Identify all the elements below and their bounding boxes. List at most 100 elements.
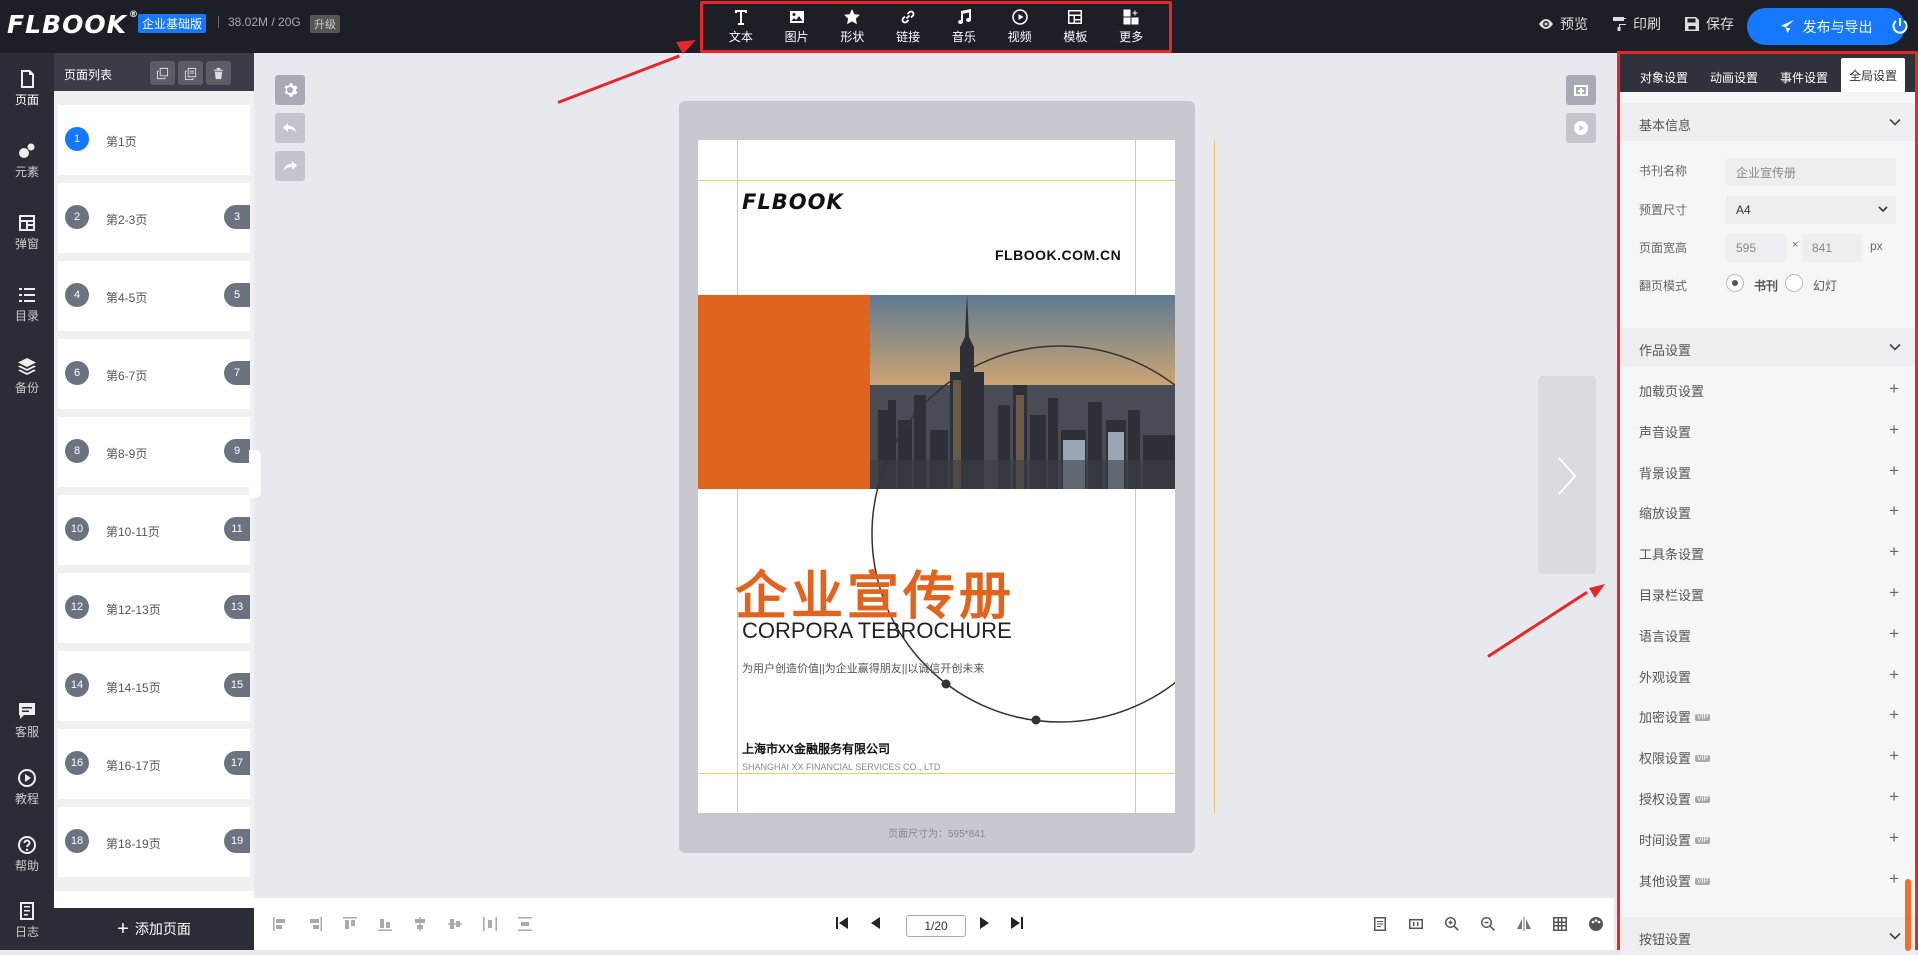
duplicate-page-button[interactable] — [178, 61, 203, 85]
settings-row[interactable]: 加密设置 VIP + — [1639, 705, 1899, 727]
tab-global-settings[interactable]: 全局设置 — [1841, 58, 1906, 92]
page-thumbnail[interactable]: 1 第1页 — [58, 105, 250, 175]
align-bottom-button[interactable] — [377, 916, 393, 932]
align-top-button[interactable] — [342, 916, 358, 932]
video-tool[interactable]: 视频 — [996, 9, 1044, 45]
first-page-button[interactable] — [834, 915, 850, 931]
shape-tool[interactable]: 形状 — [828, 9, 876, 45]
upgrade-button[interactable]: 升级 — [310, 15, 340, 33]
next-page-nav-button[interactable] — [976, 915, 992, 931]
play-preview-button[interactable] — [1566, 113, 1596, 143]
settings-row[interactable]: 背景设置 + — [1639, 461, 1899, 483]
align-left-button[interactable] — [272, 916, 288, 932]
book-page[interactable]: FLBOOK FLBOOK.COM.CN 企业宣传册 CORPORA TEBRO… — [698, 140, 1175, 813]
grid-size-button[interactable] — [1408, 916, 1424, 932]
panel-scrollbar[interactable] — [1905, 879, 1911, 951]
plus-icon[interactable]: + — [1889, 746, 1899, 766]
plus-icon[interactable]: + — [1889, 461, 1899, 481]
settings-row[interactable]: 权限设置 VIP + — [1639, 746, 1899, 768]
nav-popup[interactable]: 弹窗 — [0, 213, 54, 252]
distribute-v-button[interactable] — [517, 916, 533, 932]
add-page-button[interactable]: + 添加页面 — [54, 908, 254, 950]
theme-button[interactable] — [1588, 916, 1604, 932]
app-logo[interactable]: FLBOOK ® — [7, 10, 139, 39]
nav-toc[interactable]: 目录 — [0, 285, 54, 324]
page-indicator-input[interactable]: 1/20 — [906, 915, 966, 937]
plus-icon[interactable]: + — [1889, 828, 1899, 848]
nav-service[interactable]: 客服 — [0, 701, 54, 740]
page-view-button[interactable] — [1372, 916, 1388, 932]
nav-help[interactable]: 帮助 — [0, 835, 54, 874]
delete-page-button[interactable] — [206, 61, 231, 85]
redo-button[interactable] — [275, 151, 305, 181]
mirror-button[interactable] — [1516, 916, 1532, 932]
tab-animation-settings[interactable]: 动画设置 — [1710, 69, 1758, 86]
tab-object-settings[interactable]: 对象设置 — [1640, 69, 1688, 86]
page-thumbnail[interactable]: 4 第4-5页 5 — [58, 261, 250, 331]
settings-row[interactable]: 时间设置 VIP + — [1639, 828, 1899, 850]
zoom-in-button[interactable] — [1444, 916, 1460, 932]
print-button[interactable]: 印刷 — [1611, 14, 1661, 34]
settings-row[interactable]: 语言设置 + — [1639, 624, 1899, 646]
basic-info-section[interactable]: 基本信息 — [1620, 103, 1915, 141]
nav-log[interactable]: 日志 — [0, 901, 54, 940]
plus-icon[interactable]: + — [1889, 665, 1899, 685]
page-thumbnail[interactable]: 8 第8-9页 9 — [58, 417, 250, 487]
page-thumbnail[interactable]: 16 第16-17页 17 — [58, 729, 250, 799]
publish-export-button[interactable]: 发布与导出 — [1747, 8, 1905, 45]
settings-row[interactable]: 缩放设置 + — [1639, 501, 1899, 523]
page-thumbnail[interactable]: 14 第14-15页 15 — [58, 651, 250, 721]
work-settings-section[interactable]: 作品设置 — [1620, 328, 1915, 366]
book-name-input[interactable]: 企业宣传册 — [1726, 158, 1896, 186]
text-tool[interactable]: 文本 — [717, 9, 765, 45]
plus-icon[interactable]: + — [1889, 869, 1899, 889]
next-page-button[interactable] — [1538, 376, 1596, 574]
page-thumbnail[interactable]: 10 第10-11页 11 — [58, 495, 250, 565]
zoom-out-button[interactable] — [1480, 916, 1496, 932]
image-tool[interactable]: 图片 — [773, 9, 821, 45]
plus-icon[interactable]: + — [1889, 583, 1899, 603]
page-thumbnail[interactable]: 2 第2-3页 3 — [58, 183, 250, 253]
plus-icon[interactable]: + — [1889, 379, 1899, 399]
link-tool[interactable]: 链接 — [884, 9, 932, 45]
collapse-handle[interactable] — [249, 450, 261, 498]
prev-page-button[interactable] — [868, 915, 884, 931]
nav-element[interactable]: 元素 — [0, 141, 54, 180]
preview-button[interactable]: 预览 — [1538, 14, 1588, 34]
settings-row[interactable]: 工具条设置 + — [1639, 542, 1899, 564]
template-tool[interactable]: 模板 — [1051, 9, 1099, 45]
plus-icon[interactable]: + — [1889, 542, 1899, 562]
plus-icon[interactable]: + — [1889, 787, 1899, 807]
power-icon[interactable] — [1891, 17, 1909, 35]
settings-row[interactable]: 加载页设置 + — [1639, 379, 1899, 401]
plus-icon[interactable]: + — [1889, 420, 1899, 440]
save-button[interactable]: 保存 — [1684, 14, 1734, 34]
settings-row[interactable]: 其他设置 VIP + — [1639, 869, 1899, 891]
page-thumbnail[interactable]: 18 第18-19页 19 — [58, 807, 250, 877]
page-height-input[interactable]: 841 — [1802, 234, 1862, 262]
settings-row[interactable]: 外观设置 + — [1639, 665, 1899, 687]
grid-toggle-button[interactable] — [1552, 916, 1568, 932]
flip-book-radio[interactable] — [1726, 274, 1744, 292]
add-layer-button[interactable] — [1566, 75, 1596, 105]
align-center-v-button[interactable] — [447, 916, 463, 932]
settings-row[interactable]: 目录栏设置 + — [1639, 583, 1899, 605]
distribute-h-button[interactable] — [482, 916, 498, 932]
settings-row[interactable]: 声音设置 + — [1639, 420, 1899, 442]
more-tool[interactable]: 更多 — [1107, 9, 1155, 45]
nav-page[interactable]: 页面 — [0, 69, 54, 108]
canvas-settings-button[interactable] — [275, 75, 305, 105]
settings-row[interactable]: 授权设置 VIP + — [1639, 787, 1899, 809]
align-center-h-button[interactable] — [412, 916, 428, 932]
page-thumbnail[interactable]: 6 第6-7页 7 — [58, 339, 250, 409]
flip-slide-radio[interactable] — [1785, 274, 1803, 292]
align-right-button[interactable] — [307, 916, 323, 932]
nav-backup[interactable]: 备份 — [0, 357, 54, 396]
tab-event-settings[interactable]: 事件设置 — [1780, 69, 1828, 86]
undo-button[interactable] — [275, 113, 305, 143]
copy-page-button[interactable] — [150, 61, 175, 85]
page-thumbnail[interactable]: 12 第12-13页 13 — [58, 573, 250, 643]
plus-icon[interactable]: + — [1889, 705, 1899, 725]
music-tool[interactable]: 音乐 — [940, 9, 988, 45]
last-page-button[interactable] — [1009, 915, 1025, 931]
